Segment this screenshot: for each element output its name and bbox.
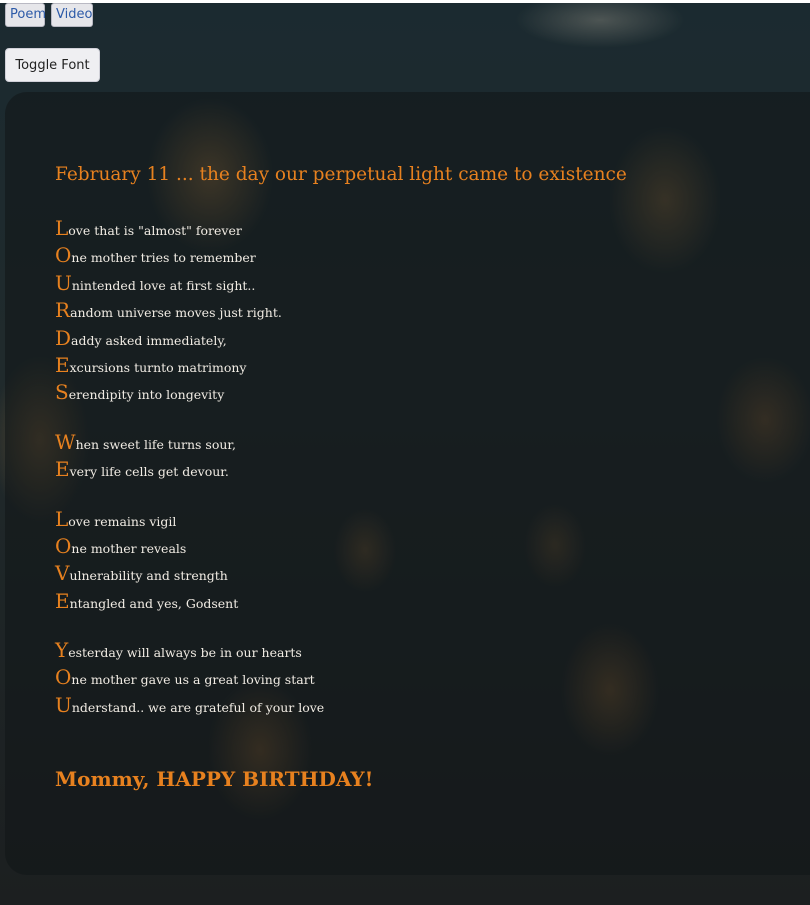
poem-content: February 11 ... the day our perpetual li…	[55, 162, 775, 791]
poem-line: Yesterday will always be in our hearts	[55, 637, 775, 664]
top-border	[0, 0, 810, 3]
initial-letter: O	[55, 665, 72, 690]
closing-greeting: Mommy, HAPPY BIRTHDAY!	[55, 767, 374, 792]
poem-line: When sweet life turns sour,	[55, 429, 775, 456]
poem-line: Entangled and yes, Godsent	[55, 588, 775, 615]
poem-line: One mother reveals	[55, 533, 775, 560]
initial-letter: E	[55, 352, 70, 377]
toggle-font-button[interactable]: Toggle Font	[5, 48, 100, 82]
initial-letter: E	[55, 588, 70, 613]
stanza-4: Yesterday will always be in our hearts O…	[55, 637, 775, 719]
stanza-2: When sweet life turns sour, Every life c…	[55, 429, 775, 484]
poem-line: Love that is "almost" forever	[55, 215, 775, 242]
line-text: addy asked immediately,	[71, 332, 227, 348]
line-text: erendipity into longevity	[68, 387, 225, 403]
initial-letter: O	[55, 533, 72, 558]
line-text: ne mother tries to remember	[71, 250, 256, 266]
poem-line: Serendipity into longevity	[55, 379, 775, 406]
poem-heading: February 11 ... the day our perpetual li…	[55, 164, 627, 185]
poem-line: Understand.. we are grateful of your lov…	[55, 692, 775, 719]
initial-letter: Y	[55, 638, 69, 663]
stanza-1: Love that is "almost" forever One mother…	[55, 215, 775, 407]
poem-line: Unintended love at first sight..	[55, 270, 775, 297]
line-text: hen sweet life turns sour,	[75, 436, 236, 452]
initial-letter: V	[55, 561, 70, 586]
initial-letter: L	[55, 216, 69, 240]
line-text: very life cells get devour.	[69, 464, 229, 480]
initial-letter: L	[55, 506, 69, 531]
poem-line: One mother gave us a great loving start	[55, 664, 775, 691]
poem-line: Random universe moves just right.	[55, 297, 775, 324]
poem-line: One mother tries to remember	[55, 242, 775, 269]
poem-line: Every life cells get devour.	[55, 456, 775, 483]
initial-letter: U	[55, 270, 72, 295]
line-text: nderstand.. we are grateful of your love	[71, 699, 325, 715]
line-text: ntangled and yes, Godsent	[69, 595, 239, 611]
line-text: nintended love at first sight..	[71, 277, 256, 293]
line-text: xcursions turnto matrimony	[69, 359, 247, 375]
line-text: andom universe moves just right.	[70, 305, 282, 321]
line-text: ove remains vigil	[68, 513, 177, 529]
initial-letter: U	[55, 692, 72, 717]
poem-card: February 11 ... the day our perpetual li…	[5, 92, 810, 875]
poem-button[interactable]: Poem	[5, 3, 46, 27]
line-text: ne mother gave us a great loving start	[71, 672, 315, 688]
poem-line: Love remains vigil	[55, 506, 775, 533]
line-text: ulnerability and strength	[69, 568, 228, 584]
initial-letter: O	[55, 243, 72, 268]
poem-line: Daddy asked immediately,	[55, 325, 775, 352]
line-text: esterday will always be in our hearts	[68, 645, 302, 661]
line-text: ove that is "almost" forever	[68, 223, 242, 238]
poem-line: Vulnerability and strength	[55, 560, 775, 587]
initial-letter: E	[55, 457, 70, 482]
initial-letter: R	[55, 298, 71, 323]
poem-line: Excursions turnto matrimony	[55, 352, 775, 379]
stanza-3: Love remains vigil One mother reveals Vu…	[55, 506, 775, 616]
initial-letter: W	[55, 429, 76, 454]
video-button[interactable]: Video	[51, 3, 93, 27]
initial-letter: S	[55, 380, 69, 405]
initial-letter: D	[55, 325, 72, 350]
line-text: ne mother reveals	[71, 540, 187, 556]
